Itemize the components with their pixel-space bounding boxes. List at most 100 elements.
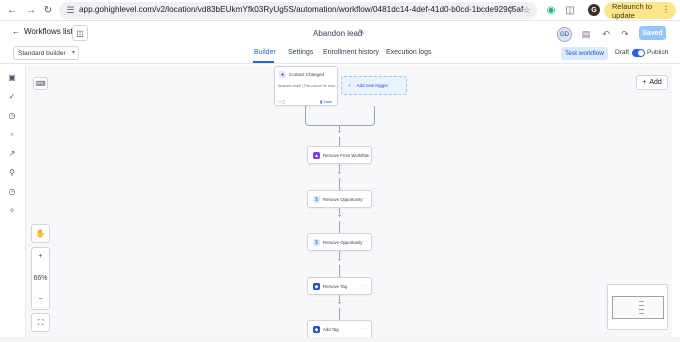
- trigger-description: Abandon lead! (This cannot be rese...: [278, 84, 338, 88]
- more-vertical-icon: ⋮: [662, 5, 670, 14]
- dollar-icon: $: [313, 196, 320, 203]
- trigger-title: Contact Changed: [289, 72, 325, 77]
- toggle-sidebar-button[interactable]: ◫: [72, 25, 88, 41]
- forward-arrow-icon[interactable]: →: [24, 3, 38, 17]
- action-node-add-tag[interactable]: ◆ Add Tag ⋯: [307, 320, 372, 338]
- node-menu-icon[interactable]: ⋯: [362, 326, 367, 332]
- builder-type-select[interactable]: Standard builder ▾: [13, 46, 79, 60]
- add-trigger-label: Add new trigger: [356, 83, 389, 88]
- extensions-puzzle-icon[interactable]: ◫: [563, 3, 577, 17]
- active-tab-indicator: [253, 61, 274, 63]
- action-node-remove-from-workflow[interactable]: ▲ Remove From Workflow ⋯: [307, 146, 372, 164]
- minimap-viewport[interactable]: [612, 296, 664, 319]
- redo-icon[interactable]: ↷: [618, 27, 632, 41]
- zoom-out-button[interactable]: −: [32, 296, 49, 303]
- add-step-plus-icon[interactable]: +: [336, 258, 343, 265]
- test-workflow-button[interactable]: Test workflow: [561, 47, 608, 60]
- trigger-card[interactable]: ● Contact Changed Abandon lead! (This ca…: [274, 66, 338, 106]
- left-app-nav: ▣ ✓ ◷ ▫ ↗ ⚲ ◷ ✧: [0, 64, 24, 342]
- tag-icon: ◆: [313, 326, 320, 333]
- url-text[interactable]: app.gohighlevel.com/v2/location/vd83bEUk…: [79, 5, 523, 14]
- back-arrow-icon[interactable]: ←: [5, 3, 19, 17]
- reload-icon[interactable]: ↻: [41, 3, 55, 17]
- node-menu-icon[interactable]: ⋯: [362, 196, 367, 202]
- action-node-remove-opportunity-2[interactable]: $ Remove Opportunity ⋯: [307, 233, 372, 251]
- address-bar[interactable]: ☰ app.gohighlevel.com/v2/location/vd83bE…: [59, 2, 537, 19]
- stats-label: Stats: [323, 100, 332, 104]
- trigger-merge-connector: [305, 106, 375, 126]
- tab-bar: Standard builder ▾ Builder Settings Enro…: [0, 44, 680, 64]
- tab-enrollment-history[interactable]: Enrollment history: [323, 49, 379, 56]
- saved-button[interactable]: Saved: [639, 26, 666, 40]
- minimap[interactable]: [607, 284, 668, 330]
- add-step-plus-icon[interactable]: +: [336, 214, 343, 221]
- keyboard-shortcuts-button[interactable]: ⌨: [33, 77, 48, 90]
- copy-icon[interactable]: □: [278, 99, 280, 104]
- add-step-plus-icon[interactable]: +: [336, 130, 343, 137]
- browser-chrome: ← → ↻ ☰ app.gohighlevel.com/v2/location/…: [0, 0, 680, 21]
- profile-avatar[interactable]: G: [588, 4, 600, 16]
- workflow-icon: ▲: [313, 152, 320, 159]
- trash-icon[interactable]: ▢: [282, 99, 286, 104]
- clipboard-icon[interactable]: ▤: [579, 27, 593, 41]
- workflows-list-label: Workflows list: [24, 27, 73, 36]
- tag-icon: ◆: [313, 283, 320, 290]
- minimap-node: [639, 313, 644, 314]
- action-label: Add Tag: [323, 327, 339, 332]
- tab-builder[interactable]: Builder: [254, 49, 276, 56]
- plus-icon: +: [642, 79, 647, 86]
- workflow-header: ← Workflows list ◫ Abandon lead ✎ GD ▤ ↶…: [0, 22, 680, 44]
- action-label: Remove Tag: [323, 284, 348, 289]
- workflows-list-link[interactable]: ← Workflows list: [12, 27, 73, 36]
- history-icon[interactable]: ◷: [6, 185, 18, 197]
- workflow-nodes-icon[interactable]: ✧: [6, 204, 18, 216]
- check-circle-icon[interactable]: ✓: [6, 90, 18, 102]
- draft-label: Draft: [615, 49, 630, 56]
- builder-select-value: Standard builder: [18, 49, 66, 57]
- node-menu-icon[interactable]: ⋯: [362, 152, 367, 158]
- chat-icon[interactable]: ▣: [6, 71, 18, 83]
- pan-hand-button[interactable]: ✋: [31, 224, 50, 243]
- publish-label: Publish: [647, 49, 669, 56]
- zoom-level: 66%: [33, 275, 48, 282]
- workflow-title[interactable]: Abandon lead: [313, 29, 362, 38]
- trigger-stats-link[interactable]: ▮ Stats: [320, 99, 332, 104]
- keyboard-icon: ⌨: [35, 80, 46, 88]
- search-icon[interactable]: ⚲: [505, 5, 516, 16]
- clock-icon[interactable]: ◷: [6, 109, 18, 121]
- pencil-icon[interactable]: ✎: [358, 28, 365, 37]
- relaunch-update-button[interactable]: Relaunch to update ⋮: [604, 2, 676, 20]
- add-label: Add: [649, 79, 662, 86]
- zoom-in-button[interactable]: +: [32, 253, 49, 260]
- action-node-remove-tag[interactable]: ◆ Remove Tag ⋯: [307, 277, 372, 295]
- site-info-icon[interactable]: ☰: [65, 5, 76, 16]
- chevron-down-icon: ▾: [71, 50, 75, 56]
- tab-settings[interactable]: Settings: [288, 49, 313, 56]
- extension-eye-icon[interactable]: ◉: [544, 3, 558, 17]
- node-menu-icon[interactable]: ⋯: [362, 239, 367, 245]
- minimap-node: [639, 301, 644, 302]
- search-icon[interactable]: ⚲: [6, 166, 18, 178]
- user-avatar[interactable]: GD: [557, 27, 572, 42]
- hand-icon: ✋: [35, 229, 46, 238]
- bookmark-star-icon[interactable]: ☆: [521, 5, 532, 16]
- add-step-plus-icon[interactable]: +: [336, 171, 343, 178]
- plus-icon: +: [348, 83, 351, 88]
- fit-view-button[interactable]: ⛶: [31, 313, 50, 332]
- action-node-remove-opportunity[interactable]: $ Remove Opportunity ⋯: [307, 190, 372, 208]
- publish-toggle[interactable]: [632, 49, 645, 57]
- minimap-node: [639, 309, 644, 310]
- add-step-plus-icon[interactable]: +: [336, 301, 343, 308]
- add-button[interactable]: + Add: [636, 75, 668, 90]
- tab-execution-logs[interactable]: Execution logs: [386, 49, 432, 56]
- document-icon[interactable]: ▫: [6, 128, 18, 140]
- external-link-icon[interactable]: ↗: [6, 147, 18, 159]
- undo-icon[interactable]: ↶: [599, 27, 613, 41]
- arrow-left-icon: ←: [12, 27, 20, 36]
- zoom-controls: ✋ + 66% − ⛶: [31, 224, 50, 332]
- action-label: Remove Opportunity: [323, 197, 363, 202]
- node-menu-icon[interactable]: ⋯: [362, 283, 367, 289]
- minimap-node: [639, 305, 644, 306]
- add-new-trigger-button[interactable]: + Add new trigger: [341, 76, 407, 95]
- contact-icon: ●: [279, 71, 286, 78]
